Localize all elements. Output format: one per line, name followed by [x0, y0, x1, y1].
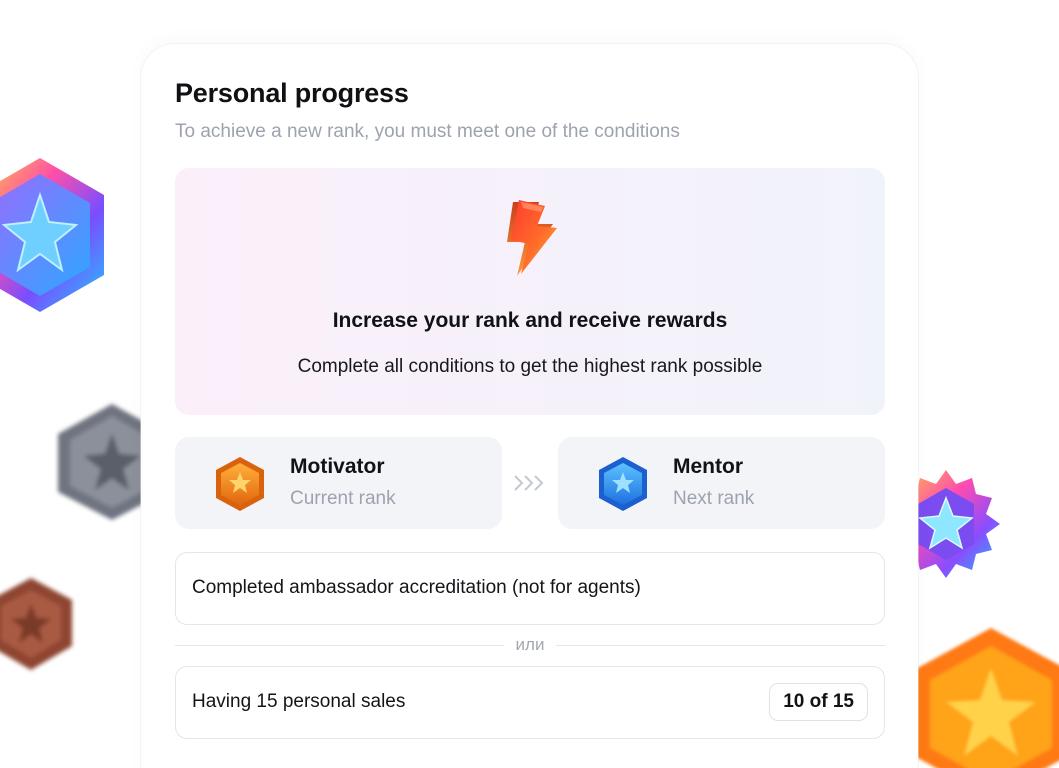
bronze-star-medal-icon: [0, 578, 72, 670]
current-rank-name: Motivator: [290, 455, 385, 478]
condition-personal-sales: Having 15 personal sales 10 of 15: [175, 666, 885, 739]
lightning-bolt-icon: [507, 200, 557, 276]
or-separator: или: [515, 635, 545, 654]
blue-star-badge-icon: [599, 457, 647, 511]
next-rank-label: Next rank: [673, 488, 755, 509]
current-rank-label: Current rank: [290, 488, 396, 509]
current-rank-card: Motivator Current rank: [175, 437, 502, 529]
banner-text: Complete all conditions to get the highe…: [297, 356, 763, 377]
next-rank-card: Mentor Next rank: [558, 437, 885, 529]
divider-line-right: [556, 645, 885, 646]
banner-heading: Increase your rank and receive rewards: [332, 309, 728, 332]
page-subtitle: To achieve a new rank, you must meet one…: [175, 121, 680, 142]
page-title: Personal progress: [175, 78, 409, 108]
bronze-star-badge-icon: [216, 457, 264, 511]
condition-text: Having 15 personal sales: [192, 691, 406, 712]
condition-text: Completed ambassador accreditation (not …: [192, 577, 641, 598]
rainbow-star-medal-icon: [0, 158, 104, 312]
gold-star-medal-icon: [914, 628, 1059, 768]
triple-chevron-right-icon: [514, 475, 544, 491]
condition-accreditation: Completed ambassador accreditation (not …: [175, 552, 885, 625]
divider-line-left: [175, 645, 504, 646]
progress-screen: Personal progress To achieve a new rank,…: [0, 0, 1059, 768]
progress-badge: 10 of 15: [769, 683, 868, 721]
next-rank-name: Mentor: [673, 455, 743, 478]
